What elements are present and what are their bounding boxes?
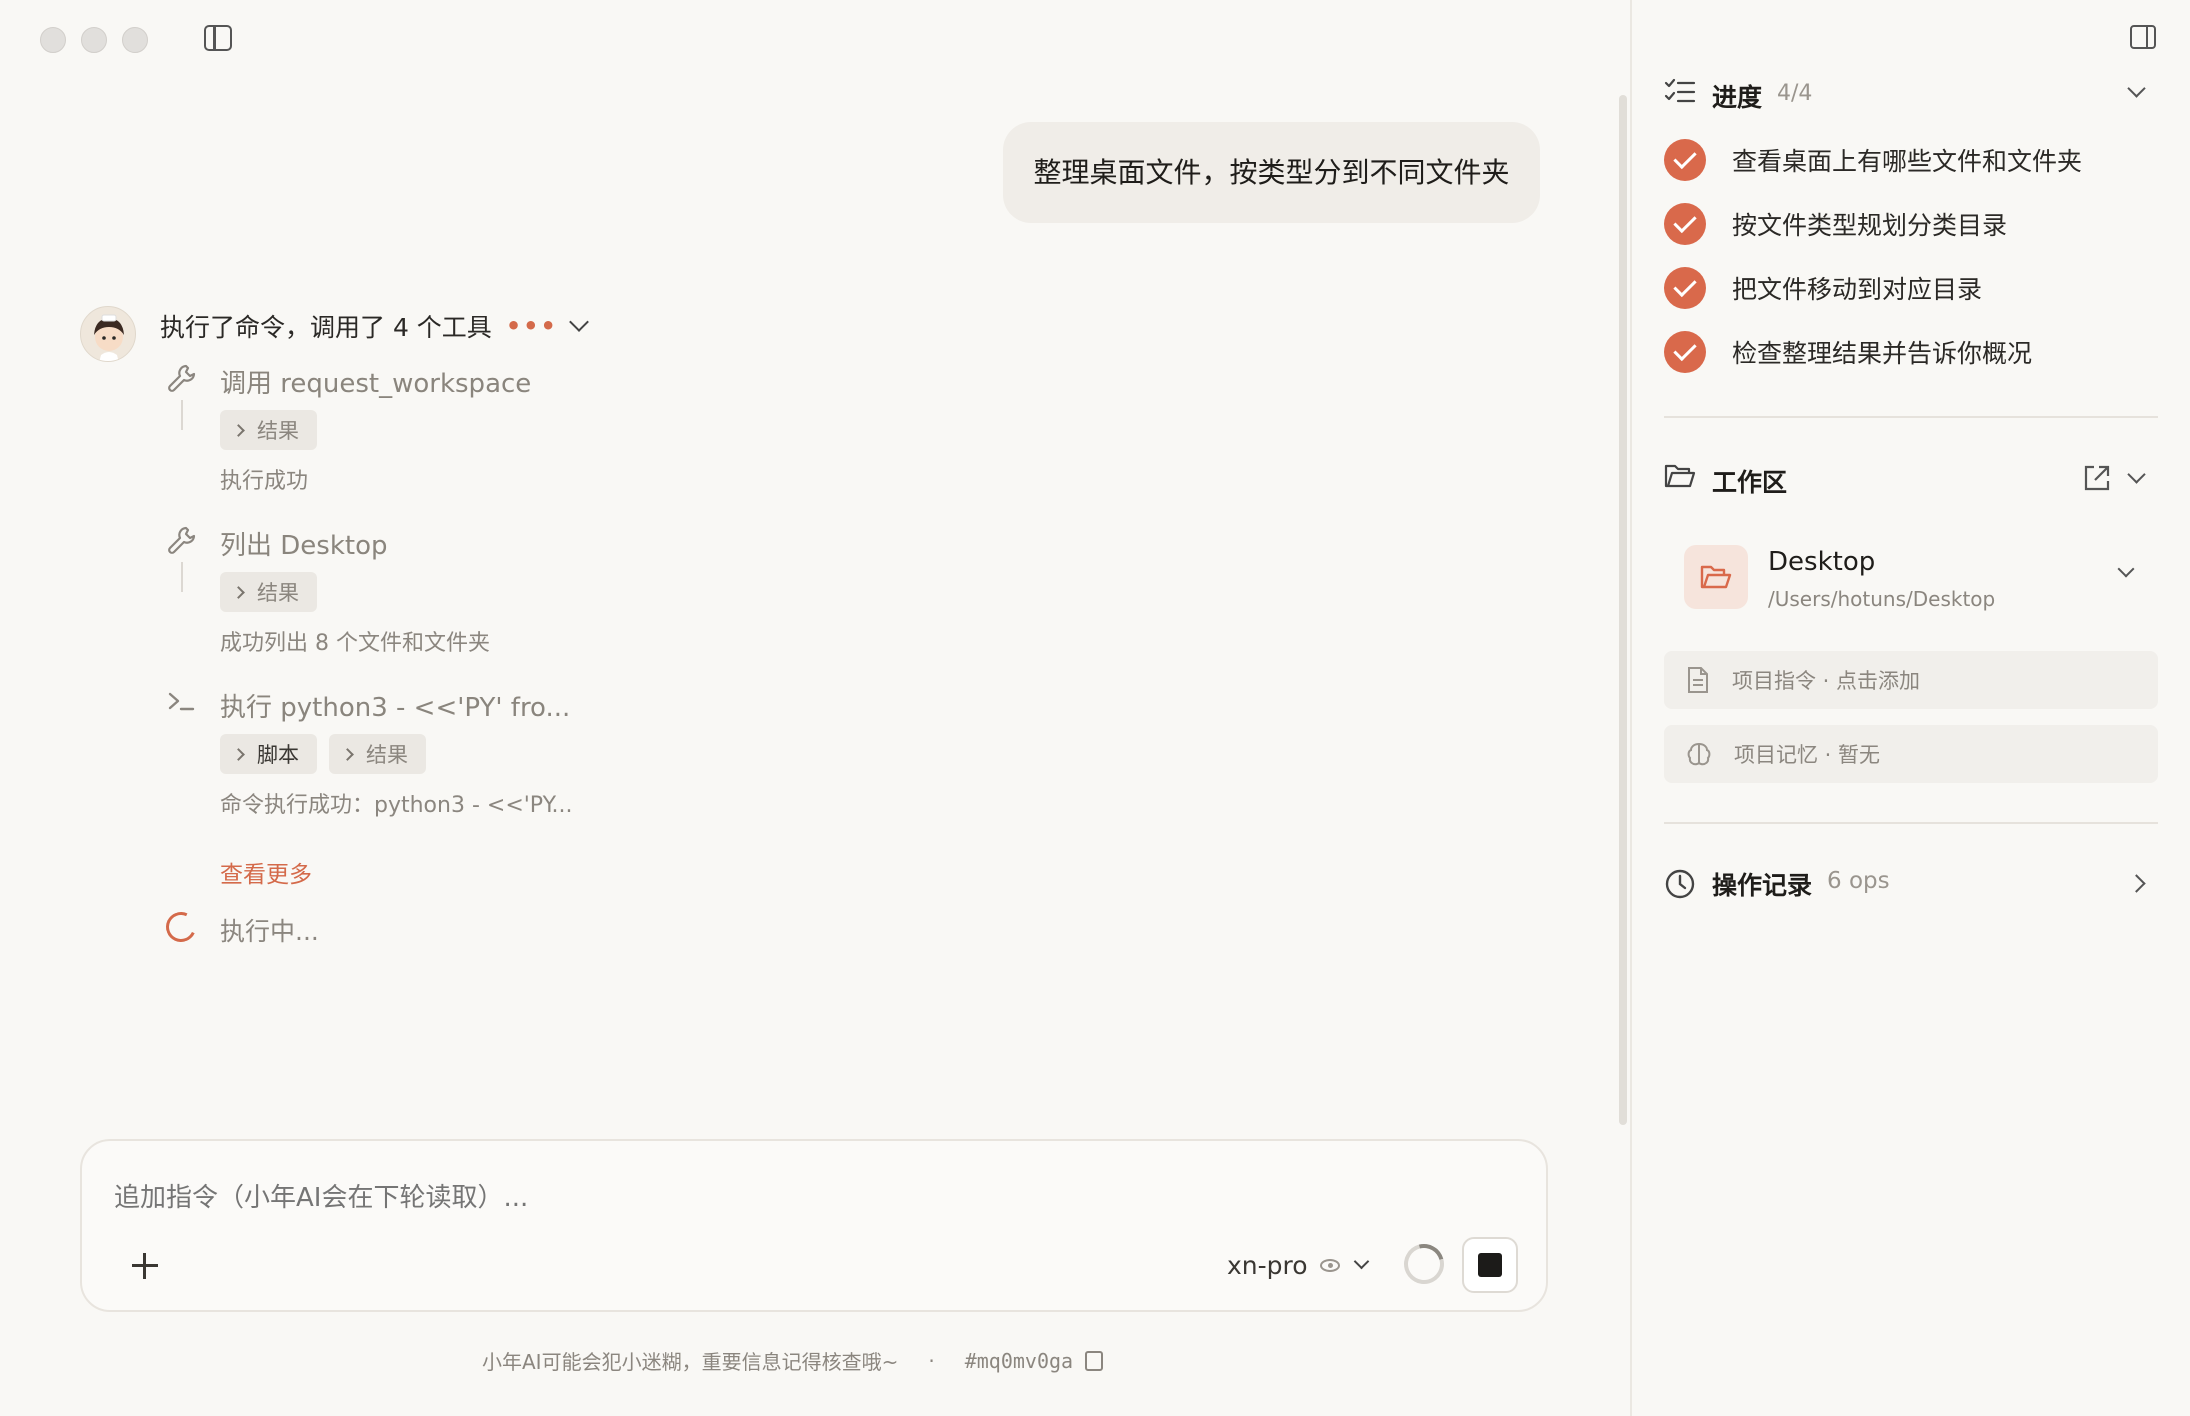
running-status: 执行中...	[220, 917, 319, 946]
result-chip[interactable]: 结果	[329, 734, 426, 774]
session-id: #mq0mv0ga	[964, 1348, 1074, 1373]
project-instructions-row[interactable]: 项目指令 · 点击添加	[1664, 651, 2158, 709]
step-result: 执行成功	[220, 469, 309, 494]
section-divider	[1664, 822, 2158, 824]
composer: xn-pro	[80, 1139, 1548, 1312]
task-item: 检查整理结果并告诉你概况	[1664, 331, 2032, 373]
folder-name: Desktop	[1768, 547, 1876, 577]
chip-label: 结果	[257, 581, 299, 605]
document-icon	[1688, 667, 1708, 693]
external-link-icon[interactable]	[2082, 463, 2112, 493]
instructions-label: 项目指令 · 点击添加	[1732, 669, 1921, 693]
scrollbar[interactable]	[1619, 95, 1627, 1125]
footer-separator: ·	[928, 1348, 935, 1373]
check-icon	[1664, 139, 1706, 181]
result-chip[interactable]: 结果	[220, 410, 317, 450]
instruction-input[interactable]	[114, 1183, 1214, 1213]
folder-open-icon	[1664, 464, 1696, 488]
progress-count: 4/4	[1777, 81, 1813, 106]
stop-button[interactable]	[1462, 1237, 1518, 1293]
footer: 小年AI可能会犯小迷糊，重要信息记得核查哦~ · #mq0mv0ga	[482, 1346, 1104, 1375]
tool-summary-text: 执行了命令，调用了 4 个工具	[160, 313, 492, 342]
task-label: 按文件类型规划分类目录	[1732, 211, 2008, 240]
thinking-dots-icon: •••	[505, 312, 558, 340]
chat-pane: 整理桌面文件，按类型分到不同文件夹 执行了命令，调用了 4 个工具 ••• 调用…	[0, 0, 1630, 1416]
step-connector	[181, 562, 183, 592]
progress-title: 进度	[1712, 83, 1763, 112]
step-connector	[181, 400, 183, 430]
model-name: xn-pro	[1227, 1250, 1308, 1280]
chip-label: 脚本	[257, 743, 299, 767]
terminal-icon	[168, 692, 195, 711]
check-icon	[1664, 331, 1706, 373]
traffic-lights	[40, 27, 148, 53]
step-title: 执行 python3 - <<'PY' fro...	[220, 693, 571, 723]
panel-toggle-icon[interactable]	[2130, 25, 2156, 49]
result-chip[interactable]: 结果	[220, 572, 317, 612]
step-title: 调用 request_workspace	[220, 369, 532, 399]
check-icon	[1664, 203, 1706, 245]
disclaimer: 小年AI可能会犯小迷糊，重要信息记得核查哦~	[482, 1350, 899, 1374]
project-memory-row[interactable]: 项目记忆 · 暂无	[1664, 725, 2158, 783]
step-chips: 结果	[220, 572, 317, 612]
chevron-right-icon	[232, 747, 245, 761]
workspace-folder-card[interactable]: Desktop /Users/hotuns/Desktop	[1664, 525, 2158, 631]
copy-icon[interactable]	[1085, 1350, 1104, 1371]
task-item: 按文件类型规划分类目录	[1664, 203, 2007, 245]
sidebar-toggle-icon[interactable]	[204, 25, 232, 51]
task-label: 把文件移动到对应目录	[1732, 275, 1983, 304]
close-window-button[interactable]	[40, 27, 66, 53]
loading-ring-icon	[1396, 1236, 1452, 1292]
chevron-right-icon	[232, 585, 245, 599]
user-message: 整理桌面文件，按类型分到不同文件夹	[1003, 122, 1540, 223]
step-chips: 脚本 结果	[220, 734, 426, 774]
workspace-title: 工作区	[1712, 468, 1788, 497]
chip-label: 结果	[366, 743, 408, 767]
chevron-down-icon	[1353, 1253, 1369, 1269]
task-label: 检查整理结果并告诉你概况	[1732, 339, 2033, 368]
ops-title[interactable]: 操作记录	[1712, 866, 1812, 902]
task-item: 查看桌面上有哪些文件和文件夹	[1664, 139, 2082, 181]
checklist-icon	[1664, 78, 1696, 103]
chevron-down-icon[interactable]	[568, 312, 589, 332]
brain-icon	[1687, 742, 1711, 766]
script-chip[interactable]: 脚本	[220, 734, 317, 774]
task-label: 查看桌面上有哪些文件和文件夹	[1732, 147, 2083, 176]
step-title: 列出 Desktop	[220, 531, 388, 561]
step-result: 命令执行成功：python3 - <<'PY...	[220, 793, 573, 818]
add-attachment-button[interactable]	[130, 1251, 160, 1281]
step-chips: 结果	[220, 410, 317, 450]
chevron-right-icon	[232, 423, 245, 437]
minimize-window-button[interactable]	[81, 27, 107, 53]
eye-icon	[1319, 1258, 1340, 1272]
wrench-icon	[168, 364, 196, 392]
ops-count: 6 ops	[1827, 868, 1890, 894]
model-selector[interactable]: xn-pro	[1227, 1245, 1369, 1285]
task-item: 把文件移动到对应目录	[1664, 267, 1982, 309]
see-more-link[interactable]: 查看更多	[220, 855, 312, 889]
app-window: 整理桌面文件，按类型分到不同文件夹 执行了命令，调用了 4 个工具 ••• 调用…	[0, 0, 2190, 1416]
assistant-avatar	[80, 306, 136, 362]
zoom-window-button[interactable]	[122, 27, 148, 53]
folder-path: /Users/hotuns/Desktop	[1768, 587, 1996, 611]
clock-icon	[1665, 869, 1695, 899]
step-result: 成功列出 8 个文件和文件夹	[220, 631, 490, 656]
chevron-down-icon[interactable]	[2117, 560, 2135, 578]
check-icon	[1664, 267, 1706, 309]
wrench-icon	[168, 526, 196, 554]
memory-label: 项目记忆 · 暂无	[1734, 743, 1881, 767]
loading-icon	[161, 907, 201, 947]
folder-icon	[1684, 545, 1748, 609]
chip-label: 结果	[257, 419, 299, 443]
chevron-right-icon	[341, 747, 354, 761]
tool-summary[interactable]: 执行了命令，调用了 4 个工具 •••	[160, 306, 589, 346]
section-divider	[1664, 416, 2158, 418]
